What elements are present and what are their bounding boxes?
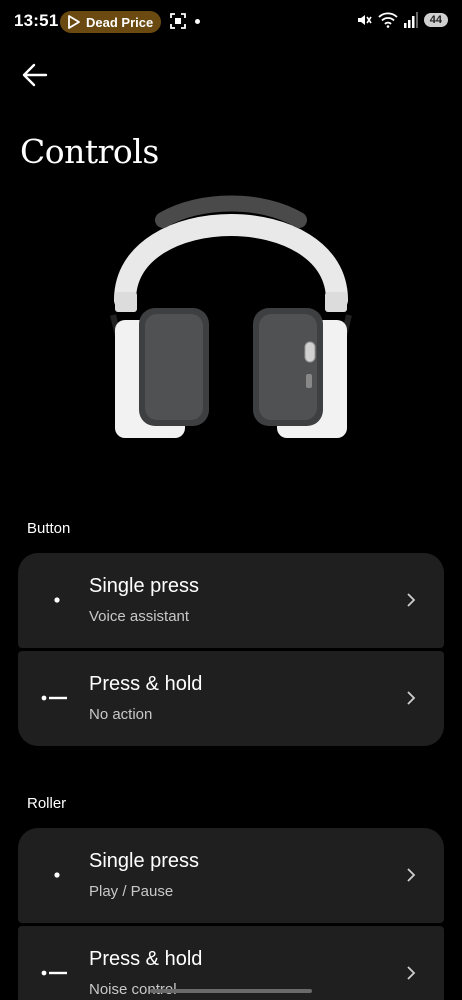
signal-icon: [403, 12, 418, 28]
press-hold-icon: [41, 970, 67, 976]
row-value: Voice assistant: [89, 608, 190, 625]
status-bar: 13:51 Dead Price 44: [0, 0, 462, 44]
headphones-image: [110, 195, 352, 438]
button-press-hold-row[interactable]: Press & hold No action: [18, 651, 444, 746]
mute-icon: [357, 15, 372, 25]
back-arrow-icon[interactable]: [20, 60, 50, 90]
home-indicator[interactable]: [150, 989, 312, 993]
chevron-right-icon: [407, 868, 416, 882]
battery-level: 44: [423, 13, 448, 27]
wifi-icon: [378, 12, 398, 28]
section-label-button: Button: [27, 520, 71, 537]
row-title: Single press: [89, 575, 200, 597]
notification-dot-icon: [195, 19, 200, 24]
button-single-press-row[interactable]: Single press Voice assistant: [18, 553, 444, 648]
media-pill[interactable]: Dead Price: [60, 11, 161, 33]
page-title: Controls: [20, 132, 159, 172]
status-time: 13:51: [14, 11, 59, 30]
press-hold-icon: [41, 695, 67, 701]
single-press-icon: [54, 597, 60, 603]
chevron-right-icon: [407, 691, 416, 705]
system-icons: 44: [356, 12, 448, 28]
media-pill-label: Dead Price: [86, 14, 154, 30]
chevron-right-icon: [407, 593, 416, 607]
screenshot-icon: [170, 13, 186, 29]
roller-single-press-row[interactable]: Single press Play / Pause: [18, 828, 444, 923]
row-title: Single press: [89, 850, 200, 872]
row-value: Play / Pause: [89, 883, 174, 900]
row-title: Press & hold: [89, 948, 203, 970]
single-press-icon: [54, 872, 60, 878]
chevron-right-icon: [407, 966, 416, 980]
section-label-roller: Roller: [27, 795, 67, 812]
row-value: No action: [89, 706, 153, 723]
play-store-icon: [68, 15, 80, 29]
row-title: Press & hold: [89, 673, 203, 695]
